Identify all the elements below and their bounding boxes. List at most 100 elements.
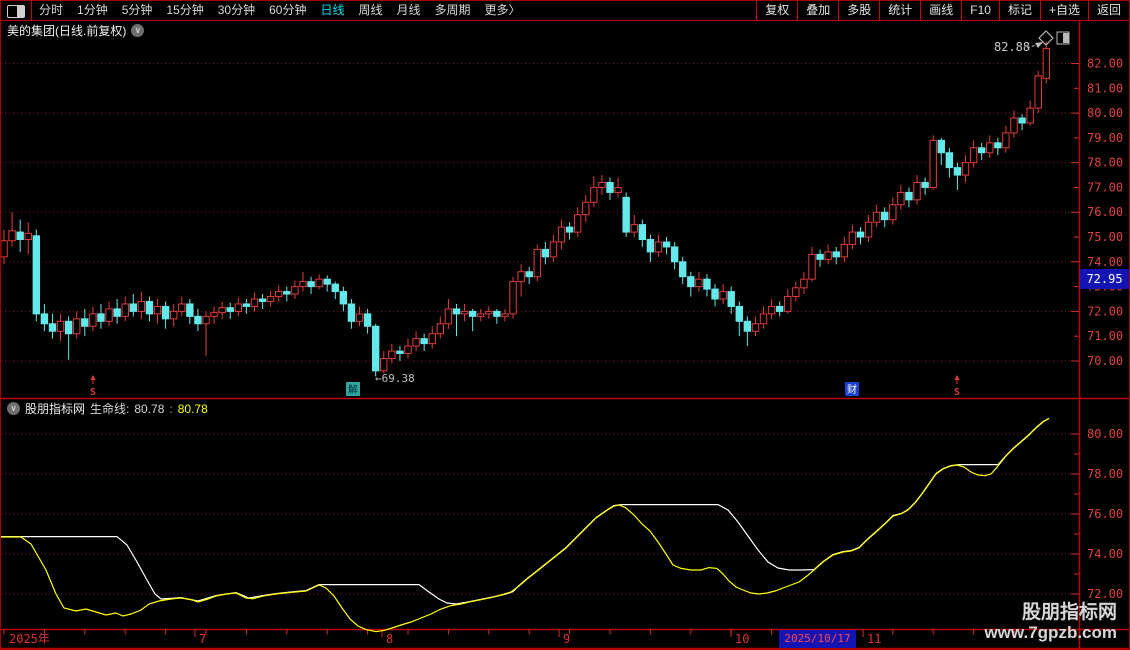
candle (994, 142, 1002, 149)
main-axis-label: 79.00 (1087, 131, 1123, 145)
split-panel-icon[interactable] (1056, 31, 1070, 45)
candle (331, 283, 339, 293)
candle (961, 162, 970, 176)
selected-date-tag: 2025/10/17五 (779, 630, 856, 648)
candle (48, 323, 57, 332)
candle (1018, 117, 1026, 124)
candles-layer (1, 41, 1051, 377)
candle (250, 298, 259, 307)
candle (404, 345, 412, 355)
candle (218, 307, 226, 314)
candle (751, 323, 760, 332)
toolbar-actions: 复权 叠加 多股 统计 画线 F10 标记 +自选 返回 (756, 1, 1129, 20)
candle (897, 191, 905, 206)
candle (743, 320, 752, 332)
date-axis-ticks (3, 629, 1015, 649)
toolbar-action-4[interactable]: 统计 (879, 1, 920, 20)
candle (929, 139, 937, 188)
chevron-down-icon[interactable]: ∨ (7, 402, 20, 415)
candle (485, 310, 493, 315)
year-label: 2025年 (9, 632, 50, 646)
candle (977, 147, 986, 154)
toolbar-action-3[interactable]: 多股 (838, 1, 879, 20)
panel-layout-icon[interactable] (7, 5, 25, 18)
candle (452, 308, 461, 315)
candle (573, 214, 582, 233)
candle (525, 271, 533, 278)
toolbar-action-9[interactable]: 返回 (1087, 1, 1129, 20)
sell-signal-marker: S (90, 375, 96, 398)
selected-price-tag: 72.95 (1080, 269, 1129, 289)
chart-canvas[interactable]: 82.00 81.00 80.00 79.00 78.00 77.00 76.00 75.00… (1, 1, 1130, 650)
toolbar-action-8[interactable]: +自选 (1039, 1, 1088, 20)
toolbar-action-1[interactable]: 复权 (756, 1, 797, 20)
month-label: 7 (199, 632, 206, 646)
candle (307, 281, 315, 288)
event-badge[interactable]: 解 (346, 382, 360, 396)
indicator-name-label: 生命线: (90, 402, 130, 416)
candle (40, 313, 49, 325)
sub-axis: 80.00 78.00 76.00 74.00 72.00 (1, 427, 1123, 601)
candle (444, 308, 453, 325)
candle (606, 181, 614, 193)
toolbar-timeframe-7[interactable]: 日线 (313, 1, 351, 20)
toolbar-timeframe-2[interactable]: 1分钟 (70, 1, 115, 20)
toolbar-timeframe-5[interactable]: 30分钟 (211, 1, 262, 20)
candle (105, 308, 113, 322)
candle (396, 350, 404, 355)
candle (509, 281, 517, 315)
toolbar-timeframe-1[interactable]: 分时 (32, 1, 70, 20)
candle (517, 271, 525, 283)
sub-axis-label: 78.00 (1087, 467, 1123, 481)
month-label: 8 (386, 632, 393, 646)
svg-text:S: S (90, 387, 96, 398)
toolbar-timeframe-11[interactable]: 更多〉 (478, 1, 528, 20)
toolbar-action-7[interactable]: 标记 (998, 1, 1040, 20)
candle (1026, 107, 1034, 124)
watermark-line2: www.7gpzb.com (984, 623, 1117, 643)
month-label: 11 (867, 632, 881, 646)
candle (864, 221, 873, 238)
main-axis-label: 77.00 (1087, 180, 1123, 194)
candle (137, 300, 146, 312)
toolbar-timeframe-8[interactable]: 周线 (351, 1, 389, 20)
candle (840, 243, 849, 258)
candle (323, 278, 331, 285)
event-badge[interactable]: 财 (845, 382, 859, 396)
candle (582, 201, 590, 216)
toolbar-timeframe-3[interactable]: 5分钟 (115, 1, 160, 20)
event-badge-text: 解 (348, 383, 358, 396)
candle (800, 278, 808, 289)
month-label: 10 (735, 632, 749, 646)
candle (299, 281, 307, 288)
toolbar-timeframe-10[interactable]: 多周期 (428, 1, 478, 20)
date-axis-labels: 2025年 7 8 9 10 11 (9, 632, 881, 646)
candle (16, 231, 24, 241)
candle (638, 224, 647, 241)
candle (703, 278, 711, 290)
toolbar-action-2[interactable]: 叠加 (797, 1, 838, 20)
candle (129, 303, 137, 312)
chevron-down-icon[interactable]: ∨ (131, 24, 145, 37)
main-axis-label: 74.00 (1087, 255, 1123, 269)
toolbar-action-6[interactable]: F10 (961, 1, 999, 20)
candle (412, 338, 420, 347)
candle (169, 310, 178, 320)
candle (291, 286, 299, 295)
candle (986, 142, 994, 154)
candle (808, 253, 816, 280)
chart-title-row: 美的集团(日线.前复权) ∨ (7, 22, 145, 39)
toolbar-timeframe-4[interactable]: 15分钟 (159, 1, 210, 20)
main-axis: 82.00 81.00 80.00 79.00 78.00 77.00 76.00 75.00… (1, 57, 1123, 368)
candle (178, 303, 186, 312)
sub-axis-label: 76.00 (1087, 507, 1123, 521)
toolbar-timeframe-6[interactable]: 60分钟 (262, 1, 313, 20)
candle (881, 211, 889, 221)
candle (56, 320, 65, 332)
candle (630, 224, 638, 233)
toolbar-timeframe-9[interactable]: 月线 (390, 1, 428, 20)
candle (533, 248, 541, 278)
candle (679, 261, 687, 278)
toolbar-action-5[interactable]: 画线 (920, 1, 961, 20)
watermark-line1: 股朋指标网 (1021, 601, 1117, 623)
